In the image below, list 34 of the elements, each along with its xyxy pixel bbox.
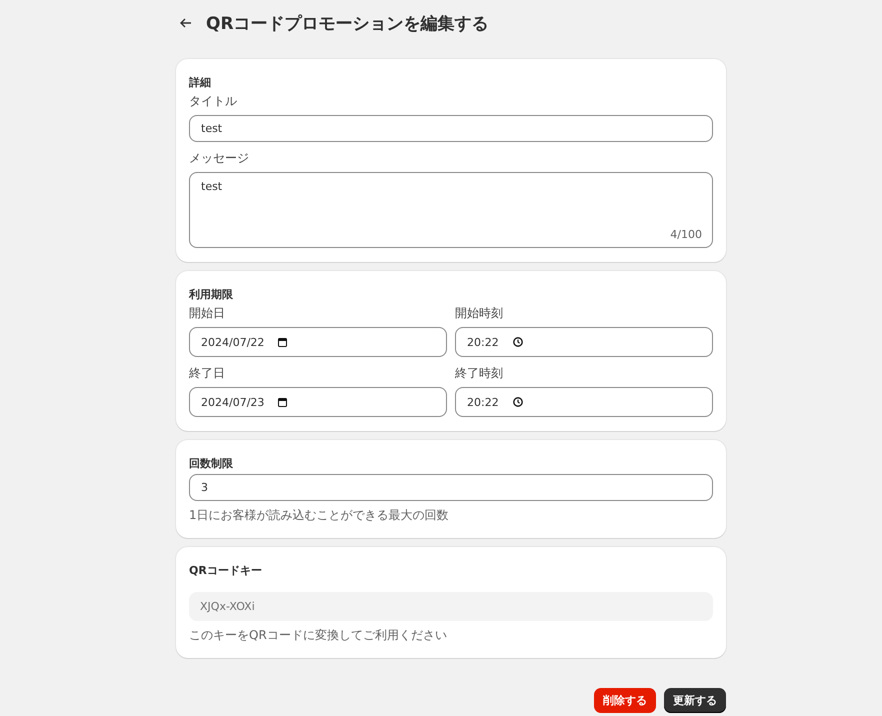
field-value: 20:22	[467, 336, 499, 348]
field-label: 開始時刻	[455, 305, 504, 322]
time-field[interactable]: 20:22	[455, 327, 713, 357]
date-field[interactable]: 2024/07/22	[189, 327, 447, 357]
field-label: メッセージ	[189, 150, 250, 167]
calendar-icon[interactable]	[278, 337, 288, 347]
field-label: 終了日	[189, 365, 226, 382]
text-field[interactable]: test	[189, 115, 713, 142]
calendar-icon[interactable]	[278, 397, 288, 407]
clock-icon[interactable]	[512, 397, 523, 407]
delete-button[interactable]: 削除する	[594, 688, 656, 713]
field-value: 2024/07/23	[201, 396, 264, 408]
section-heading: QRコードキー	[189, 563, 263, 578]
text-field[interactable]: 3	[189, 474, 713, 501]
character-counter: 4/100	[670, 228, 702, 241]
field-value: test	[201, 180, 222, 193]
field-value: 2024/07/22	[201, 336, 264, 348]
section-heading: 詳細	[189, 75, 212, 90]
page-title: QRコードプロモーションを編集する	[206, 12, 489, 34]
date-field[interactable]: 2024/07/23	[189, 387, 447, 417]
clock-icon[interactable]	[512, 337, 523, 347]
field-value: 20:22	[467, 396, 499, 408]
section-heading: 利用期限	[189, 287, 234, 302]
help-text: このキーをQRコードに変換してご利用ください	[189, 627, 448, 644]
section-heading: 回数制限	[189, 456, 234, 471]
field-label: 開始日	[189, 305, 226, 322]
field-label: 終了時刻	[455, 365, 504, 382]
message-field[interactable]: test 4/100	[189, 172, 713, 248]
field-label: タイトル	[189, 93, 238, 110]
update-button[interactable]: 更新する	[664, 688, 726, 713]
readonly-field: XJQx-XOXi	[189, 592, 713, 621]
time-field[interactable]: 20:22	[455, 387, 713, 417]
help-text: 1日にお客様が読み込むことができる最大の回数	[189, 507, 450, 524]
back-arrow-icon[interactable]	[180, 18, 192, 28]
